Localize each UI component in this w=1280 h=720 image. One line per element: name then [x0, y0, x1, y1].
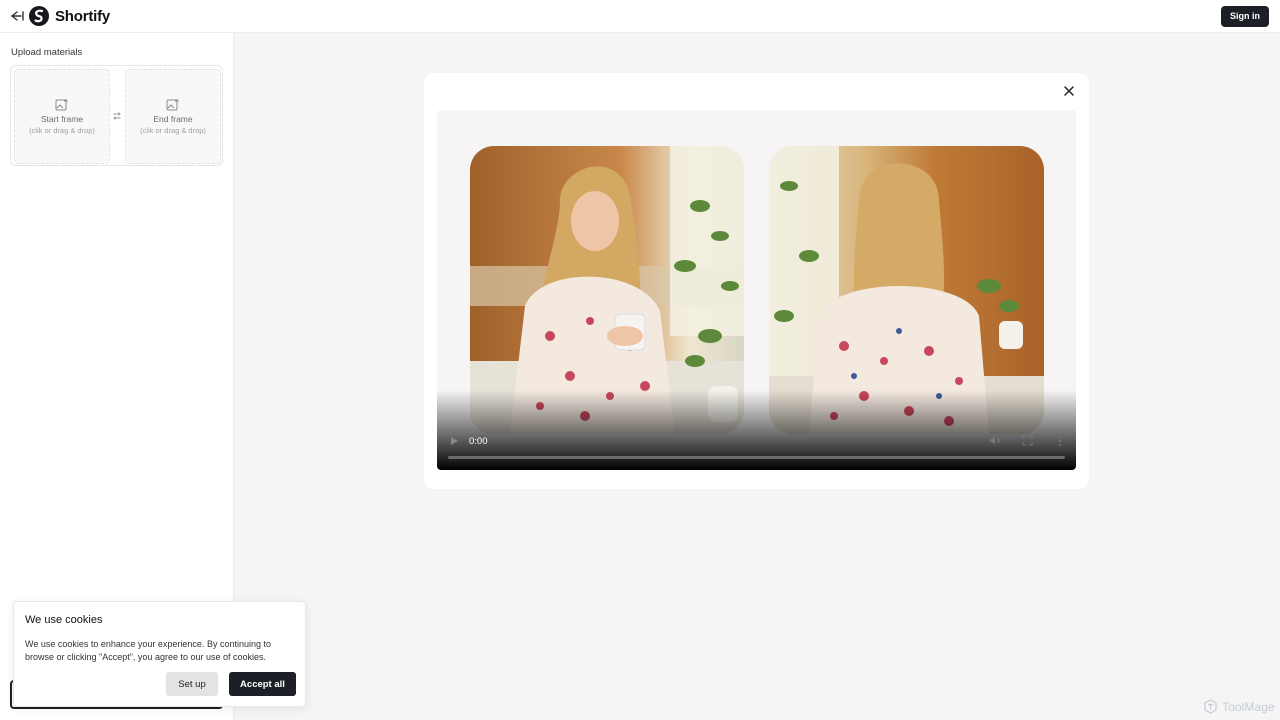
video-controls: 0:00 — [437, 426, 1076, 470]
frames-upload-box: Start frame (clik or drag & drop) End fr… — [10, 65, 223, 166]
swap-icon[interactable] — [112, 111, 122, 121]
fullscreen-icon[interactable] — [1022, 435, 1033, 446]
start-frame-label: Start frame — [40, 114, 84, 124]
image-add-icon — [55, 99, 68, 111]
video-progress-bar[interactable] — [448, 456, 1065, 459]
close-icon[interactable] — [1063, 85, 1075, 97]
end-frame-dropzone[interactable]: End frame (clik or drag & drop) — [125, 69, 221, 164]
upload-materials-title: Upload materials — [11, 47, 83, 58]
video-player[interactable]: 0:00 — [437, 110, 1076, 470]
cookie-setup-button[interactable]: Set up — [166, 672, 218, 696]
play-icon[interactable] — [450, 436, 459, 446]
mute-icon[interactable] — [989, 435, 1001, 446]
top-bar: Shortify Sign in — [0, 0, 1280, 33]
brand-name[interactable]: Shortify — [55, 8, 110, 25]
toolmage-logo-icon — [1204, 699, 1217, 714]
start-frame-hint: (clik or drag & drop) — [29, 126, 95, 135]
end-frame-hint: (clik or drag & drop) — [140, 126, 206, 135]
back-arrow-icon[interactable] — [9, 9, 25, 23]
logo-icon[interactable] — [29, 6, 49, 26]
cookie-title: We use cookies — [25, 614, 103, 626]
video-preview-modal: 0:00 — [424, 73, 1089, 489]
watermark-text: ToolMage — [1222, 700, 1275, 714]
more-options-icon[interactable] — [1057, 435, 1063, 447]
start-frame-dropzone[interactable]: Start frame (clik or drag & drop) — [14, 69, 110, 164]
cookie-accept-button[interactable]: Accept all — [229, 672, 296, 696]
sign-in-button[interactable]: Sign in — [1221, 6, 1269, 27]
image-add-icon — [166, 99, 179, 111]
cookie-banner: We use cookies We use cookies to enhance… — [13, 601, 306, 707]
video-time: 0:00 — [469, 436, 488, 447]
end-frame-label: End frame — [153, 114, 193, 124]
cookie-text: We use cookies to enhance your experienc… — [25, 639, 271, 662]
